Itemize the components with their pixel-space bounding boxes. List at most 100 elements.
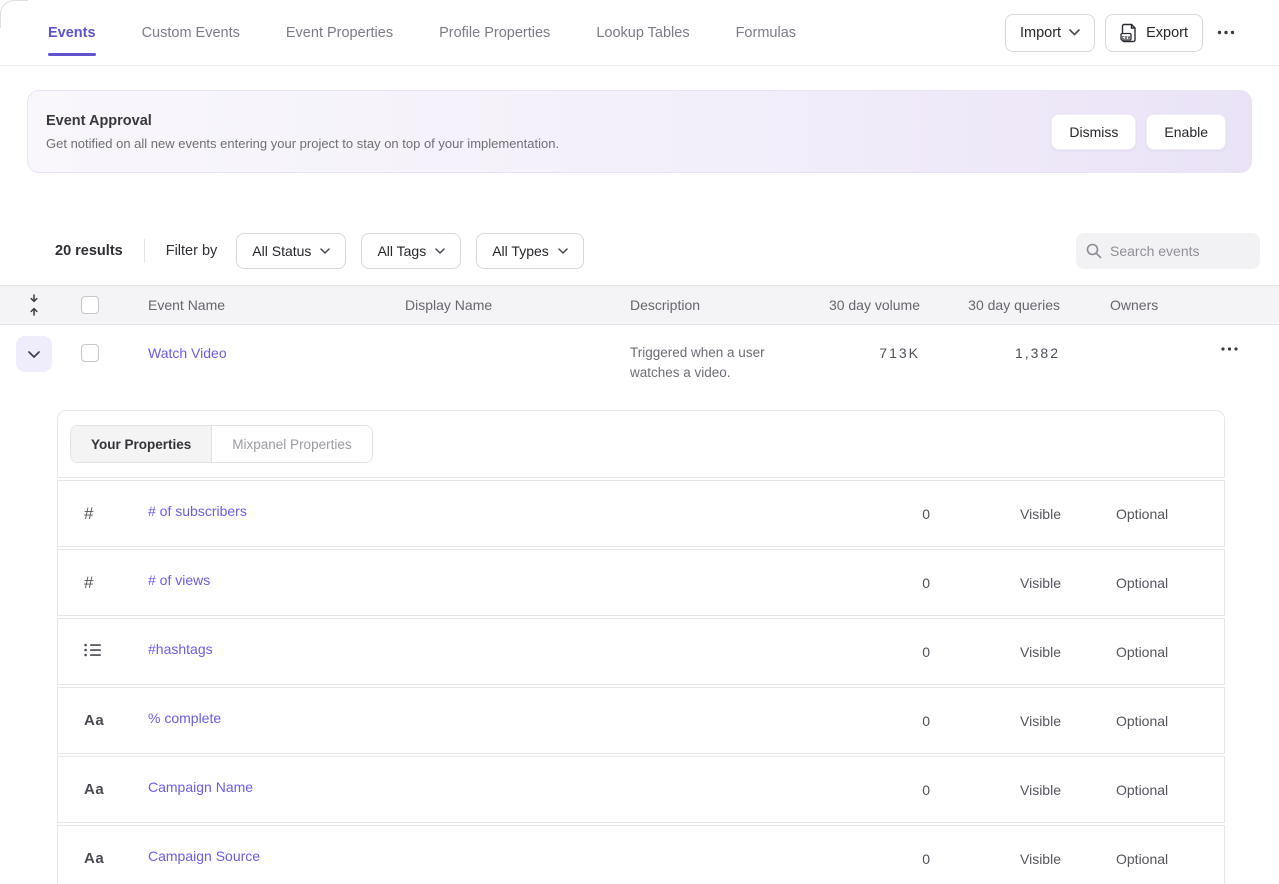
tab-lookup-tables[interactable]: Lookup Tables <box>596 0 689 65</box>
property-value: 0 <box>874 506 984 522</box>
number-type-icon: # <box>84 573 93 592</box>
topbar-actions: Import csv Export <box>1005 14 1239 52</box>
export-button-label: Export <box>1146 25 1188 41</box>
property-requirement: Optional <box>1099 851 1224 867</box>
number-type-icon: # <box>84 504 93 523</box>
property-requirement: Optional <box>1099 506 1224 522</box>
tab-events[interactable]: Events <box>48 0 96 65</box>
text-type-icon: Aa <box>84 781 104 798</box>
event-description: Triggered when a user watches a video. <box>630 325 790 383</box>
more-options-button[interactable] <box>1213 14 1239 52</box>
csv-file-icon: csv <box>1120 23 1138 43</box>
import-button[interactable]: Import <box>1005 14 1095 52</box>
import-button-label: Import <box>1020 25 1061 41</box>
properties-tabs-card: Your Properties Mixpanel Properties <box>57 410 1225 478</box>
properties-panel: Your Properties Mixpanel Properties # # … <box>57 410 1225 884</box>
property-name-link[interactable]: # of subscribers <box>148 503 874 519</box>
property-value: 0 <box>874 644 984 660</box>
filter-dropdowns: All Status All Tags All Types <box>236 233 583 269</box>
lexicon-page: Events Custom Events Event Properties Pr… <box>0 0 1279 884</box>
properties-segmented-control: Your Properties Mixpanel Properties <box>70 425 373 463</box>
chevron-down-icon <box>435 248 445 254</box>
svg-text:csv: csv <box>1122 34 1131 40</box>
event-name-link[interactable]: Watch Video <box>148 345 227 361</box>
property-row: #hashtags 0 Visible Optional <box>57 618 1225 685</box>
event-queries: 1,382 <box>920 325 1060 361</box>
list-type-icon <box>84 643 101 657</box>
tab-custom-events[interactable]: Custom Events <box>142 0 240 65</box>
text-type-icon: Aa <box>84 712 104 729</box>
search-box <box>1076 233 1260 269</box>
chevron-down-icon <box>320 248 330 254</box>
types-filter-label: All Types <box>492 243 549 259</box>
tab-formulas[interactable]: Formulas <box>736 0 796 65</box>
property-visibility: Visible <box>984 713 1099 729</box>
event-volume: 713K <box>790 325 920 361</box>
dismiss-button[interactable]: Dismiss <box>1051 114 1136 150</box>
tab-profile-properties[interactable]: Profile Properties <box>439 0 550 65</box>
property-visibility: Visible <box>984 575 1099 591</box>
chevron-down-icon <box>1069 29 1080 36</box>
property-requirement: Optional <box>1099 782 1224 798</box>
column-display-name: Display Name <box>405 297 630 313</box>
events-table-header: Event Name Display Name Description 30 d… <box>0 285 1279 325</box>
tab-your-properties[interactable]: Your Properties <box>71 426 212 462</box>
enable-button[interactable]: Enable <box>1146 114 1226 150</box>
column-description: Description <box>630 297 790 313</box>
collapse-all-icon[interactable] <box>28 294 40 316</box>
banner-title: Event Approval <box>46 113 559 129</box>
status-filter-label: All Status <box>252 243 311 259</box>
property-name-link[interactable]: Campaign Name <box>148 779 874 795</box>
property-row: Aa Campaign Name 0 Visible Optional <box>57 756 1225 823</box>
banner-actions: Dismiss Enable <box>1051 114 1226 150</box>
property-requirement: Optional <box>1099 644 1224 660</box>
tags-filter-dropdown[interactable]: All Tags <box>361 233 461 269</box>
tab-event-properties[interactable]: Event Properties <box>286 0 393 65</box>
column-volume: 30 day volume <box>790 297 920 313</box>
column-queries: 30 day queries <box>920 297 1060 313</box>
property-requirement: Optional <box>1099 713 1224 729</box>
banner-text: Event Approval Get notified on all new e… <box>46 113 559 151</box>
chevron-down-icon <box>558 248 568 254</box>
row-more-options-button[interactable] <box>1217 343 1242 355</box>
banner-subtitle: Get notified on all new events entering … <box>46 136 559 151</box>
property-value: 0 <box>874 851 984 867</box>
property-value: 0 <box>874 575 984 591</box>
results-count: 20 results <box>55 243 123 259</box>
property-value: 0 <box>874 713 984 729</box>
property-row: # # of views 0 Visible Optional <box>57 549 1225 616</box>
property-visibility: Visible <box>984 782 1099 798</box>
search-input[interactable] <box>1110 243 1250 259</box>
tab-mixpanel-properties[interactable]: Mixpanel Properties <box>212 426 371 462</box>
property-visibility: Visible <box>984 851 1099 867</box>
select-all-checkbox[interactable] <box>81 296 99 314</box>
ellipsis-icon <box>1217 30 1235 35</box>
status-filter-dropdown[interactable]: All Status <box>236 233 346 269</box>
row-checkbox[interactable] <box>81 344 99 362</box>
property-value: 0 <box>874 782 984 798</box>
export-button[interactable]: csv Export <box>1105 14 1203 52</box>
ellipsis-icon <box>1221 347 1238 351</box>
search-icon <box>1086 243 1102 259</box>
tags-filter-label: All Tags <box>377 243 426 259</box>
property-requirement: Optional <box>1099 575 1224 591</box>
event-row-watch-video: Watch Video Triggered when a user watche… <box>0 325 1279 410</box>
nav-tabs: Events Custom Events Event Properties Pr… <box>48 0 796 65</box>
property-row: Aa % complete 0 Visible Optional <box>57 687 1225 754</box>
property-visibility: Visible <box>984 506 1099 522</box>
collapse-row-button[interactable] <box>16 336 52 372</box>
text-type-icon: Aa <box>84 850 104 867</box>
column-event-name: Event Name <box>102 297 405 313</box>
column-owners: Owners <box>1060 297 1180 313</box>
property-visibility: Visible <box>984 644 1099 660</box>
top-tab-bar: Events Custom Events Event Properties Pr… <box>0 0 1279 66</box>
types-filter-dropdown[interactable]: All Types <box>476 233 584 269</box>
property-name-link[interactable]: % complete <box>148 710 874 726</box>
property-name-link[interactable]: Campaign Source <box>148 848 874 864</box>
chevron-down-icon <box>28 351 40 358</box>
property-name-link[interactable]: # of views <box>148 572 874 588</box>
filter-by-label: Filter by <box>166 243 218 259</box>
property-name-link[interactable]: #hashtags <box>148 641 874 657</box>
property-row: Aa Campaign Source 0 Visible Optional <box>57 825 1225 884</box>
event-approval-banner: Event Approval Get notified on all new e… <box>27 90 1252 173</box>
